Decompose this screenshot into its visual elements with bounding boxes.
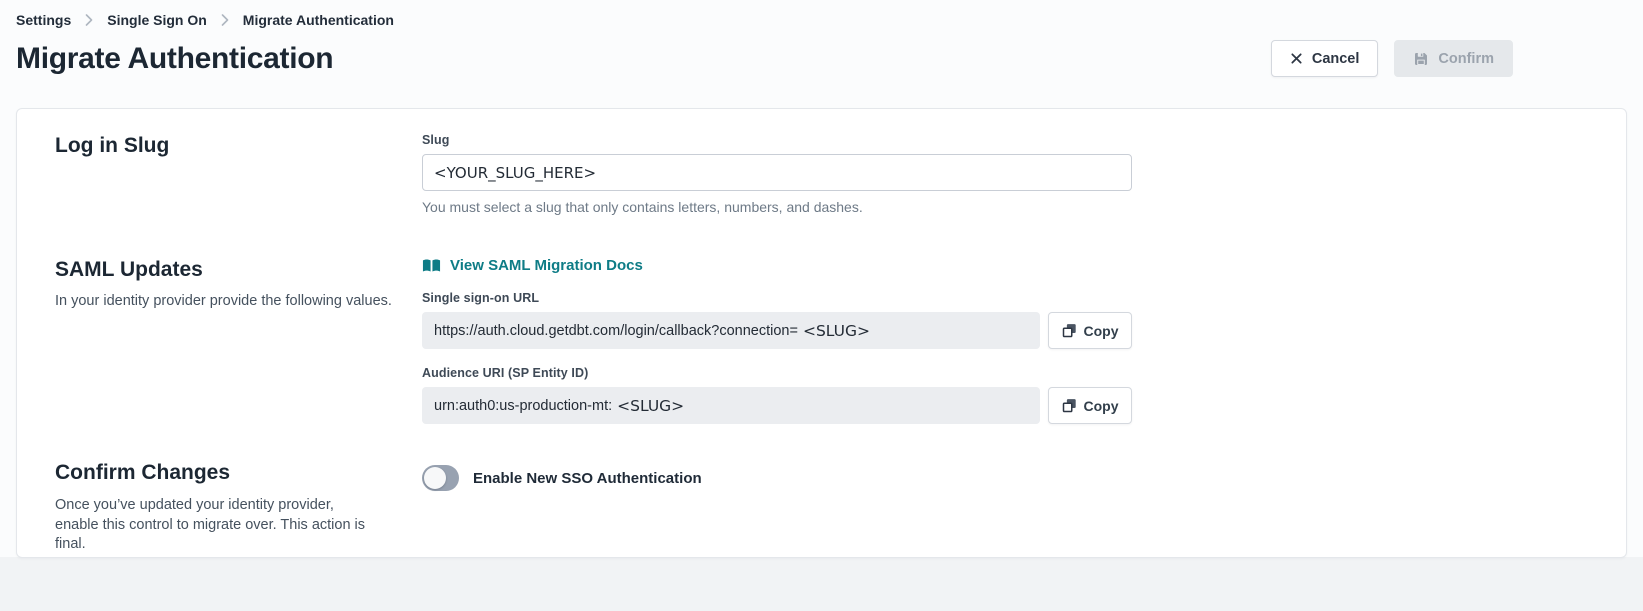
slug-field-label: Slug [422,133,1132,147]
copy-sso-url-button[interactable]: Copy [1048,312,1132,349]
saml-updates-subtitle: In your identity provider provide the fo… [55,292,422,311]
slug-helper-text: You must select a slug that only contain… [422,199,1132,215]
cancel-button-label: Cancel [1312,51,1360,67]
save-icon [1413,51,1429,67]
breadcrumb-settings[interactable]: Settings [16,12,71,28]
audience-uri-label: Audience URI (SP Entity ID) [422,366,1132,380]
saml-updates-section: SAML Updates In your identity provider p… [55,257,1588,424]
sso-url-slug-placeholder: <SLUG> [803,322,870,340]
copy-button-label: Copy [1084,398,1119,414]
confirm-changes-description: Once you’ve updated your identity provid… [55,496,375,555]
audience-uri-slug-placeholder: <SLUG> [617,397,684,415]
confirm-changes-heading: Confirm Changes [55,460,422,486]
copy-audience-uri-button[interactable]: Copy [1048,387,1132,424]
login-slug-section: Log in Slug Slug You must select a slug … [55,133,1588,215]
sso-url-label: Single sign-on URL [422,291,1132,305]
confirm-changes-section: Confirm Changes Once you’ve updated your… [55,460,1588,555]
copy-button-label: Copy [1084,323,1119,339]
slug-input[interactable] [422,154,1132,191]
breadcrumb: Settings Single Sign On Migrate Authenti… [16,12,1627,28]
audience-uri-value: urn:auth0:us-production-mt: <SLUG> [422,387,1040,424]
copy-icon [1062,398,1077,413]
login-slug-heading: Log in Slug [55,133,422,159]
sso-url-prefix: https://auth.cloud.getdbt.com/login/call… [434,323,798,339]
view-saml-migration-docs-link[interactable]: View SAML Migration Docs [422,257,643,274]
page-container: Settings Single Sign On Migrate Authenti… [0,0,1643,557]
audience-uri-row: urn:auth0:us-production-mt: <SLUG> Copy [422,387,1132,424]
sso-url-row: https://auth.cloud.getdbt.com/login/call… [422,312,1132,349]
page-header: Migrate Authentication Cancel [16,40,1627,77]
audience-uri-prefix: urn:auth0:us-production-mt: [434,398,612,414]
breadcrumb-current-page: Migrate Authentication [243,12,394,28]
enable-sso-toggle[interactable] [422,465,459,491]
chevron-right-icon [85,14,93,26]
migrate-authentication-card: Log in Slug Slug You must select a slug … [16,108,1627,558]
enable-sso-toggle-row: Enable New SSO Authentication [422,465,1132,491]
cancel-button[interactable]: Cancel [1271,40,1379,77]
enable-sso-toggle-label: Enable New SSO Authentication [473,470,702,487]
saml-updates-heading: SAML Updates [55,257,422,283]
view-saml-migration-docs-label: View SAML Migration Docs [450,257,643,274]
chevron-right-icon [221,14,229,26]
confirm-button[interactable]: Confirm [1394,40,1513,77]
toggle-knob [424,467,446,489]
confirm-button-label: Confirm [1438,51,1494,67]
sso-url-value: https://auth.cloud.getdbt.com/login/call… [422,312,1040,349]
copy-icon [1062,323,1077,338]
header-actions: Cancel Confirm [1271,40,1513,77]
book-icon [422,258,441,274]
breadcrumb-single-sign-on[interactable]: Single Sign On [107,12,207,28]
page-title: Migrate Authentication [16,42,333,76]
close-icon [1290,52,1303,65]
